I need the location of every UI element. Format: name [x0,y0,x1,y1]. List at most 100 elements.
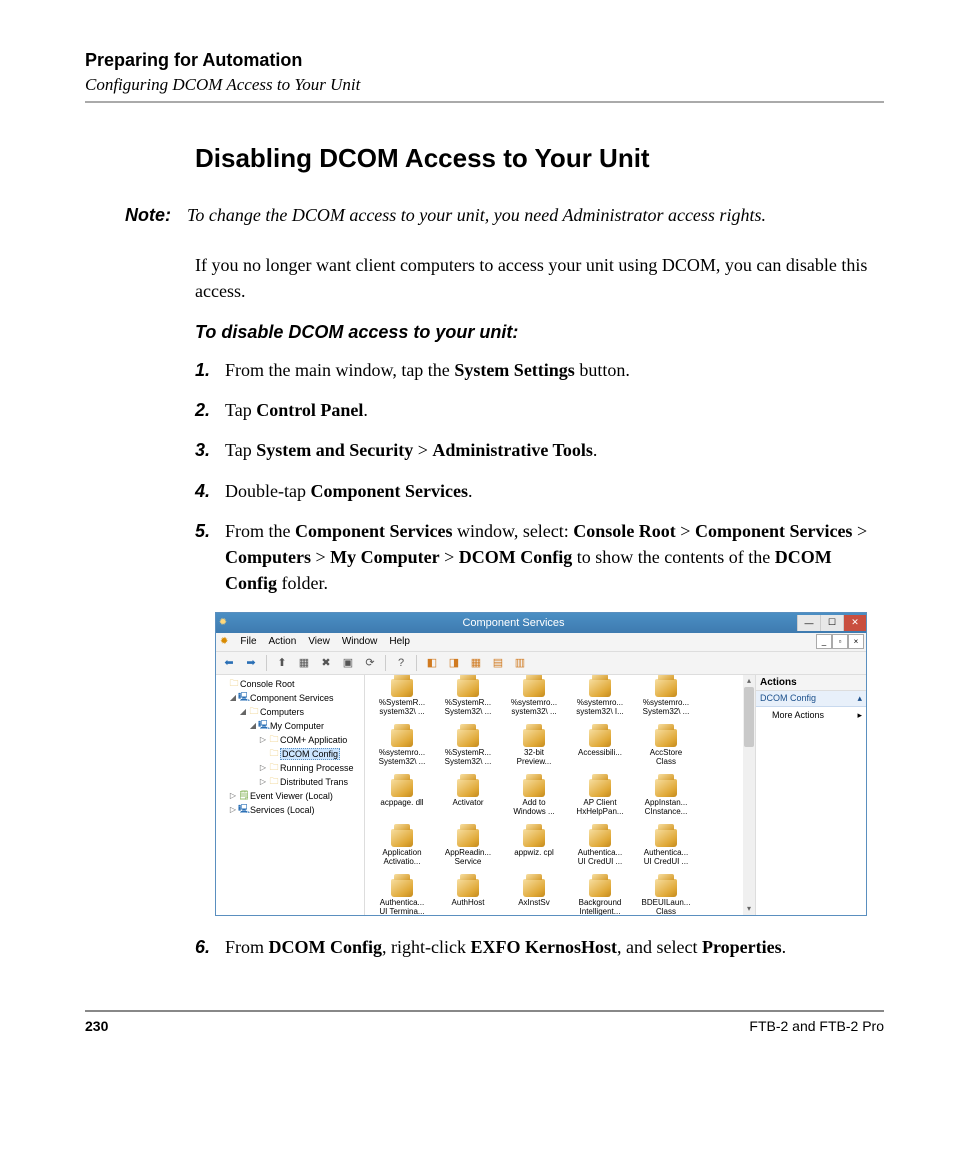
tree-item[interactable]: ▷🗀Running Processe [216,761,364,775]
view-button-5[interactable]: ▥ [511,654,529,672]
expand-icon[interactable]: ▷ [228,791,238,800]
dcom-item[interactable]: AppInstan...CInstance... [633,779,699,829]
package-icon [589,879,611,897]
refresh-button[interactable]: ⟳ [361,654,379,672]
tree-item[interactable]: ◢🖳Component Services [216,691,364,705]
tree-label: Computers [260,707,304,717]
dcom-item[interactable]: AxInstSv [501,879,567,915]
dcom-item[interactable]: appwiz. cpl [501,829,567,879]
tree-item[interactable]: ▷🗀Distributed Trans [216,775,364,789]
dcom-item[interactable]: %systemro...system32\ ... [501,679,567,729]
view-button-1[interactable]: ◧ [423,654,441,672]
package-icon [655,779,677,797]
view-button-4[interactable]: ▤ [489,654,507,672]
package-icon [391,679,413,697]
content-pane[interactable]: %SystemR...system32\ ...%SystemR...Syste… [365,675,755,915]
window-title: Component Services [230,617,797,629]
tree-pane[interactable]: 🗀Console Root◢🖳Component Services◢🗀Compu… [216,675,365,915]
menu-view[interactable]: View [308,636,330,647]
step: 4.Double-tap Component Services. [195,478,884,504]
tree-label: Console Root [240,679,295,689]
mdi-restore[interactable]: ▫ [832,634,848,649]
expand-icon[interactable]: ▷ [258,735,268,744]
actions-item[interactable]: More Actions▸ [756,707,866,724]
menu-window[interactable]: Window [342,636,378,647]
expand-icon[interactable]: ▷ [258,777,268,786]
tree-item[interactable]: ▷🖳Services (Local) [216,803,364,817]
dcom-item[interactable]: Accessibili... [567,729,633,779]
mdi-minimize[interactable]: _ [816,634,832,649]
dcom-item[interactable]: %SystemR...System32\ ... [435,679,501,729]
step: 1.From the main window, tap the System S… [195,357,884,383]
menu-action[interactable]: Action [269,636,297,647]
note-label: Note: [125,202,187,228]
dcom-item[interactable]: Activator [435,779,501,829]
view-button-3[interactable]: ▦ [467,654,485,672]
section-heading: Disabling DCOM Access to Your Unit [195,143,884,174]
ev-icon: 🗒 [238,790,250,801]
step-text: From the Component Services window, sele… [225,518,884,596]
close-button[interactable]: ✕ [843,615,866,631]
expand-icon[interactable]: ◢ [228,693,238,702]
dcom-item[interactable]: AccStoreClass [633,729,699,779]
dcom-item[interactable]: ApplicationActivatio... [369,829,435,879]
dcom-item[interactable]: %systemro...System32\ ... [633,679,699,729]
expand-icon[interactable]: ▷ [258,763,268,772]
dcom-item[interactable]: Add toWindows ... [501,779,567,829]
expand-icon[interactable]: ◢ [248,721,258,730]
tree-item[interactable]: ◢🗀Computers [216,705,364,719]
scroll-up[interactable]: ▴ [743,675,755,687]
tree-label: DCOM Config [280,748,340,760]
properties-button[interactable]: ▣ [339,654,357,672]
mdi-close[interactable]: × [848,634,864,649]
scroll-thumb[interactable] [744,687,754,747]
up-button[interactable]: ⬆ [273,654,291,672]
show-hide-button[interactable]: ▦ [295,654,313,672]
package-icon [523,729,545,747]
back-button[interactable]: ⬅ [220,654,238,672]
tree-item[interactable]: ▷🗒Event Viewer (Local) [216,789,364,803]
dcom-item[interactable]: BDEUILaun...Class [633,879,699,915]
actions-group[interactable]: DCOM Config▴ [756,691,866,707]
step-number: 5. [195,518,225,596]
help-button[interactable]: ? [392,654,410,672]
dcom-item[interactable]: %systemro...system32\ I... [567,679,633,729]
package-icon [655,879,677,897]
delete-button[interactable]: ✖ [317,654,335,672]
dcom-item[interactable]: BackgroundIntelligent... [567,879,633,915]
package-icon [589,729,611,747]
step: 6.From DCOM Config, right-click EXFO Ker… [195,934,884,960]
dcom-item[interactable]: Authentica...UI CredUI ... [633,829,699,879]
menu-help[interactable]: Help [389,636,410,647]
tree-item[interactable]: ◢🖳My Computer [216,719,364,733]
dcom-item[interactable]: acppage. dll [369,779,435,829]
package-icon [523,829,545,847]
view-button-2[interactable]: ◨ [445,654,463,672]
dcom-item[interactable]: Authentica...UI Termina... [369,879,435,915]
dcom-item[interactable]: 32-bitPreview... [501,729,567,779]
minimize-button[interactable]: — [797,615,820,631]
tree-item[interactable]: 🗀DCOM Config [216,747,364,761]
dcom-item[interactable]: AP ClientHxHelpPan... [567,779,633,829]
maximize-button[interactable]: ☐ [820,615,843,631]
package-icon [589,829,611,847]
expand-icon[interactable]: ▷ [228,805,238,814]
menu-file[interactable]: File [240,636,256,647]
dcom-item[interactable]: Authentica...UI CredUI ... [567,829,633,879]
package-icon [457,729,479,747]
component-services-screenshot: ✹ Component Services — ☐ ✕ ✹ FileActionV… [215,612,867,916]
tree-label: Event Viewer (Local) [250,791,333,801]
dcom-item[interactable]: AppReadin...Service [435,829,501,879]
dcom-item[interactable]: AuthHost [435,879,501,915]
dcom-item[interactable]: %systemro...System32\ ... [369,729,435,779]
forward-button[interactable]: ➡ [242,654,260,672]
dcom-item[interactable]: %SystemR...System32\ ... [435,729,501,779]
dcom-item[interactable]: %SystemR...system32\ ... [369,679,435,729]
expand-icon[interactable]: ◢ [238,707,248,716]
tree-item[interactable]: ▷🗀COM+ Applicatio [216,733,364,747]
step-text: From the main window, tap the System Set… [225,357,630,383]
scrollbar[interactable]: ▴ ▾ [743,675,755,915]
scroll-down[interactable]: ▾ [743,903,755,915]
page-number: 230 [85,1018,108,1034]
tree-item[interactable]: 🗀Console Root [216,677,364,691]
